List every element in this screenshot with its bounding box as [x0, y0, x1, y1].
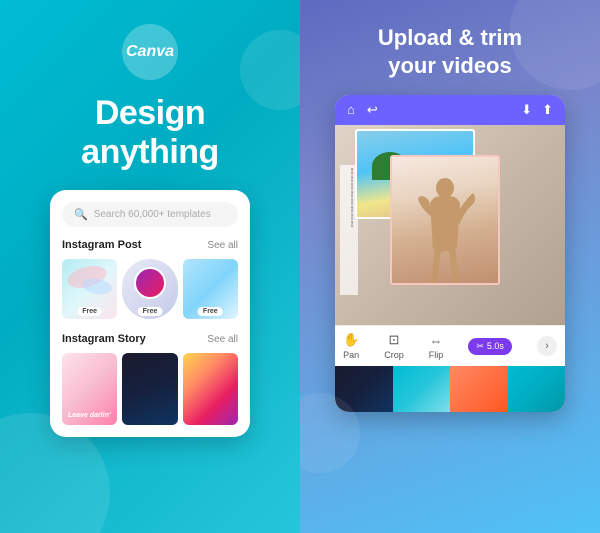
video-strip: [335, 366, 565, 412]
free-badge-3: Free: [198, 307, 223, 316]
section1-title: Instagram Post: [62, 239, 141, 251]
chevron-right-icon: ›: [545, 340, 549, 352]
chevron-right-button[interactable]: ›: [537, 336, 557, 356]
home-icon[interactable]: ⌂: [347, 102, 355, 118]
avatar-circle: [134, 267, 166, 299]
instagram-story-row: Leave darlin': [62, 353, 238, 425]
video-thumb-2[interactable]: [393, 366, 451, 412]
section1-see-all[interactable]: See all: [207, 240, 238, 251]
canva-logo-text: Canva: [126, 43, 174, 61]
toolbar-right-icons: ⬇ ⬆: [521, 102, 553, 118]
instagram-post-header: Instagram Post See all: [62, 239, 238, 251]
crop-icon: ⊡: [389, 332, 400, 348]
story-card-2[interactable]: [122, 353, 177, 425]
instagram-story-header: Instagram Story See all: [62, 333, 238, 345]
girl-silhouette-svg: [415, 173, 475, 283]
bg-decoration-2: [240, 30, 300, 110]
editor-bottom-bar: ✋ Pan ⊡ Crop ⇔ Flip ✂ 5.0s ›: [335, 325, 565, 366]
canva-logo: Canva: [122, 24, 178, 80]
video-thumb-3[interactable]: [450, 366, 508, 412]
section2-title: Instagram Story: [62, 333, 146, 345]
left-panel: Canva Design anything 🔍 Search 60,000+ t…: [0, 0, 300, 533]
flip-icon: ⇔: [430, 333, 443, 348]
instagram-post-row: Free Free Free: [62, 259, 238, 319]
right-headline: Upload & trim your videos: [378, 24, 522, 79]
download-icon[interactable]: ⬇: [521, 102, 532, 118]
pan-tool[interactable]: ✋ Pan: [343, 332, 359, 360]
right-panel: Upload & trim your videos ⌂ ↩ ⬇ ⬆ text t…: [300, 0, 600, 533]
editor-toolbar: ⌂ ↩ ⬇ ⬆: [335, 95, 565, 125]
duration-value: 5.0s: [487, 341, 504, 351]
template-card-3[interactable]: Free: [183, 259, 238, 319]
scissors-icon: ✂: [476, 341, 484, 352]
girl-dancing-photo[interactable]: [390, 155, 500, 285]
template-card-1[interactable]: Free: [62, 259, 117, 319]
editor-mockup: ⌂ ↩ ⬇ ⬆ text text text text text text te…: [335, 95, 565, 412]
story-card-3[interactable]: [183, 353, 238, 425]
right-bg-circle-1: [510, 0, 600, 90]
story-text-1: Leave darlin': [68, 412, 111, 419]
undo-icon[interactable]: ↩: [367, 102, 378, 118]
toolbar-left-icons: ⌂ ↩: [347, 102, 378, 118]
crop-label: Crop: [384, 350, 404, 360]
free-badge-2: Free: [138, 307, 163, 316]
search-icon: 🔍: [74, 208, 88, 221]
crop-tool[interactable]: ⊡ Crop: [384, 332, 404, 360]
main-headline: Design anything: [81, 94, 219, 172]
flip-tool[interactable]: ⇔ Flip: [429, 333, 444, 360]
video-thumb-4[interactable]: [508, 366, 566, 412]
duration-badge[interactable]: ✂ 5.0s: [468, 338, 512, 355]
search-placeholder-text: Search 60,000+ templates: [94, 209, 211, 220]
search-bar[interactable]: 🔍 Search 60,000+ templates: [62, 202, 238, 227]
share-icon[interactable]: ⬆: [542, 102, 553, 118]
phone-mockup: 🔍 Search 60,000+ templates Instagram Pos…: [50, 190, 250, 437]
pan-icon: ✋: [343, 332, 359, 348]
story-card-1[interactable]: Leave darlin': [62, 353, 117, 425]
editor-canvas: text text text text text text text text: [335, 125, 565, 325]
brush-2: [81, 277, 113, 297]
pan-label: Pan: [343, 350, 359, 360]
template-card-2[interactable]: Free: [122, 259, 177, 319]
flip-label: Flip: [429, 350, 444, 360]
free-badge-1: Free: [77, 307, 102, 316]
section2-see-all[interactable]: See all: [207, 334, 238, 345]
